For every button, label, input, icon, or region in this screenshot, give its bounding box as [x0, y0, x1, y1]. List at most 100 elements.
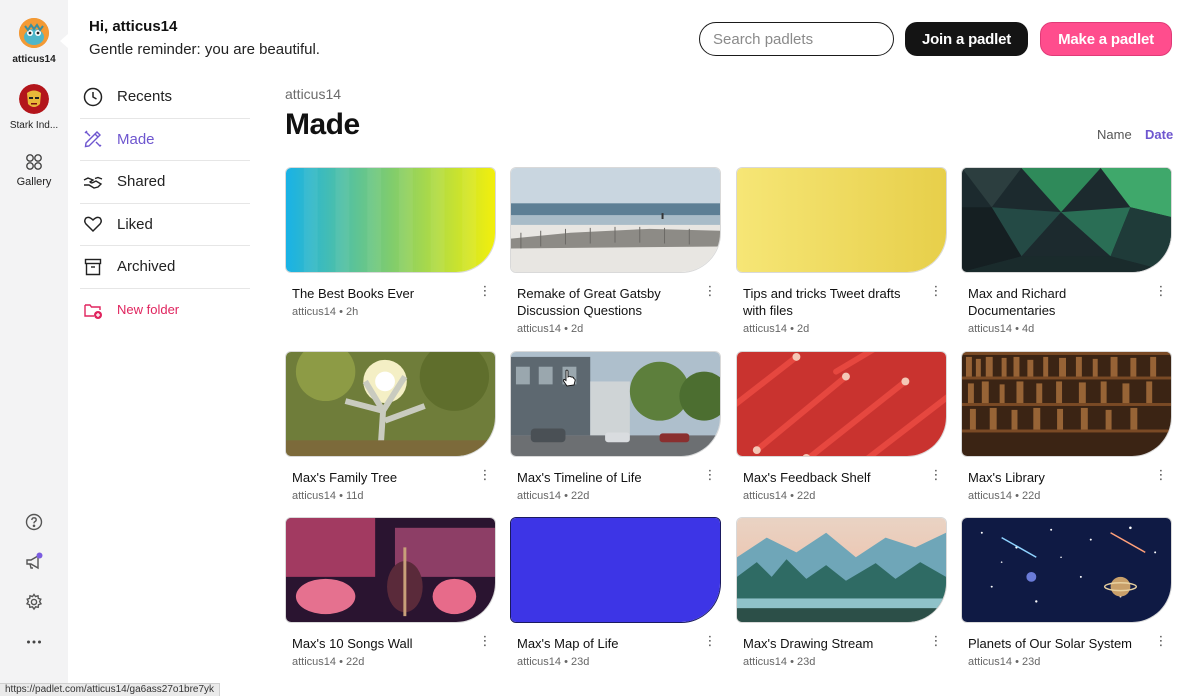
padlet-title: Planets of Our Solar System	[968, 636, 1133, 651]
rail-user-label: atticus14	[12, 54, 56, 65]
padlet-card[interactable]: Remake of Great Gatsby Discussion Questi…	[510, 167, 721, 335]
padlet-meta: atticus14 • 2h	[292, 306, 359, 318]
padlet-card[interactable]: Max's Family Tree atticus14 • 11d ⋮	[285, 351, 496, 502]
padlet-card[interactable]: The Best Books Ever atticus14 • 2h ⋮	[285, 167, 496, 318]
padlet-card[interactable]: Max's Map of Life atticus14 • 23d ⋮	[510, 517, 721, 668]
padlet-thumbnail-space	[961, 517, 1172, 623]
archive-box-icon	[84, 258, 102, 275]
padlet-meta: atticus14 • 22d	[743, 490, 816, 502]
padlet-thumbnail-pencils	[736, 351, 947, 457]
nav-item-label: Recents	[117, 88, 173, 106]
add-folder-icon	[84, 304, 102, 319]
padlet-meta: atticus14 • 2d	[743, 323, 810, 335]
padlet-thumbnail-yellow	[736, 167, 947, 273]
pencil-ruler-icon	[84, 130, 102, 148]
help-button[interactable]	[0, 510, 68, 534]
nav-item-liked[interactable]: Liked	[80, 204, 250, 246]
kebab-menu-icon[interactable]: ⋮	[478, 284, 492, 300]
announcements-button[interactable]	[0, 550, 68, 574]
padlet-thumbnail-landscape	[736, 517, 947, 623]
padlet-title: Max and Richard Documentaries	[968, 286, 1067, 318]
padlet-meta: atticus14 • 23d	[517, 656, 590, 668]
kebab-menu-icon[interactable]: ⋮	[929, 468, 943, 484]
megaphone-icon	[26, 552, 43, 570]
nav-item-shared[interactable]: Shared	[80, 161, 250, 204]
sort-by-name[interactable]: Name	[1097, 127, 1132, 142]
workspace-avatar	[19, 84, 49, 114]
kebab-menu-icon[interactable]: ⋮	[703, 468, 717, 484]
rail-gallery[interactable]: Gallery	[0, 150, 68, 188]
nav-item-label: New folder	[117, 302, 180, 318]
padlet-card[interactable]: Max and Richard Documentaries atticus14 …	[961, 167, 1172, 335]
kebab-menu-icon[interactable]: ⋮	[703, 284, 717, 300]
padlet-thumbnail-street	[510, 351, 721, 457]
padlet-title: Tips and tricks Tweet drafts with files	[743, 286, 901, 318]
padlet-meta: atticus14 • 23d	[743, 656, 816, 668]
help-question-icon	[25, 513, 43, 531]
padlet-title: The Best Books Ever	[292, 286, 415, 301]
nav-item-archived[interactable]: Archived	[80, 246, 250, 289]
link-status-bar: https://padlet.com/atticus14/ga6ass27o1b…	[0, 683, 221, 696]
page-title: Made	[285, 108, 360, 141]
padlet-meta: atticus14 • 2d	[517, 323, 584, 335]
clock-icon	[83, 87, 103, 106]
padlet-meta: atticus14 • 11d	[292, 490, 364, 502]
padlet-title: Max's Timeline of Life	[517, 470, 642, 485]
padlet-meta: atticus14 • 4d	[968, 323, 1035, 335]
hand-cursor-icon	[562, 369, 576, 387]
kebab-menu-icon[interactable]: ⋮	[478, 634, 492, 650]
padlet-title: Max's Map of Life	[517, 636, 619, 651]
padlet-title: Max's Library	[968, 470, 1045, 485]
kebab-menu-icon[interactable]: ⋮	[1154, 284, 1168, 300]
padlet-thumbnail-band	[285, 517, 496, 623]
padlet-card[interactable]: Max's 10 Songs Wall atticus14 • 22d ⋮	[285, 517, 496, 668]
gear-icon	[25, 593, 43, 611]
nav-item-label: Archived	[117, 258, 176, 276]
rail-workspace[interactable]: Stark Ind...	[0, 84, 68, 131]
rail-gallery-label: Gallery	[16, 176, 52, 188]
breadcrumb[interactable]: atticus14	[285, 86, 341, 102]
padlet-thumbnail-gradient	[285, 167, 496, 273]
padlet-thumbnail-tree	[285, 351, 496, 457]
padlet-card[interactable]: Tips and tricks Tweet drafts with files …	[736, 167, 947, 335]
nav-item-made[interactable]: Made	[80, 119, 250, 161]
left-rail: atticus14 Stark Ind... Gallery	[0, 0, 68, 696]
kebab-menu-icon[interactable]: ⋮	[478, 468, 492, 484]
make-padlet-button[interactable]: Make a padlet	[1040, 22, 1172, 56]
padlet-card[interactable]: Max's Drawing Stream atticus14 • 23d ⋮	[736, 517, 947, 668]
padlet-title: Max's 10 Songs Wall	[292, 636, 413, 651]
padlet-card[interactable]: Max's Library atticus14 • 22d ⋮	[961, 351, 1172, 502]
padlet-meta: atticus14 • 22d	[968, 490, 1041, 502]
more-options-button[interactable]	[0, 630, 68, 654]
padlet-thumbnail-bookshelf	[961, 351, 1172, 457]
kebab-menu-icon[interactable]: ⋮	[929, 634, 943, 650]
padlet-card[interactable]: Planets of Our Solar System atticus14 • …	[961, 517, 1172, 668]
padlet-thumbnail-polygon	[961, 167, 1172, 273]
nav-item-label: Shared	[117, 173, 166, 191]
search-input[interactable]	[699, 22, 894, 56]
kebab-menu-icon[interactable]: ⋮	[1154, 468, 1168, 484]
rail-user-account[interactable]: atticus14	[0, 18, 68, 65]
gallery-grid-icon	[26, 154, 42, 170]
padlet-card[interactable]: Max's Timeline of Life atticus14 • 22d ⋮	[510, 351, 721, 502]
heart-icon	[84, 216, 102, 233]
handshake-icon	[83, 176, 103, 189]
join-padlet-button[interactable]: Join a padlet	[905, 22, 1028, 56]
sort-by-date[interactable]: Date	[1145, 127, 1173, 142]
nav-item-recents[interactable]: Recents	[80, 76, 250, 119]
padlet-meta: atticus14 • 22d	[517, 490, 590, 502]
greeting-title: Hi, atticus14	[89, 18, 178, 35]
settings-button[interactable]	[0, 590, 68, 614]
padlet-thumbnail-beach	[510, 167, 721, 273]
padlet-card[interactable]: Max's Feedback Shelf atticus14 • 22d ⋮	[736, 351, 947, 502]
library-nav: Recents Made Shared Liked Archived New f…	[80, 76, 250, 331]
nav-item-label: Made	[117, 130, 155, 148]
kebab-menu-icon[interactable]: ⋮	[703, 634, 717, 650]
padlet-meta: atticus14 • 22d	[292, 656, 365, 668]
kebab-menu-icon[interactable]: ⋮	[929, 284, 943, 300]
rail-workspace-label: Stark Ind...	[9, 120, 59, 131]
padlet-meta: atticus14 • 23d	[968, 656, 1041, 668]
new-folder-button[interactable]: New folder	[80, 289, 250, 332]
kebab-menu-icon[interactable]: ⋮	[1154, 634, 1168, 650]
padlet-title: Max's Feedback Shelf	[743, 470, 871, 485]
